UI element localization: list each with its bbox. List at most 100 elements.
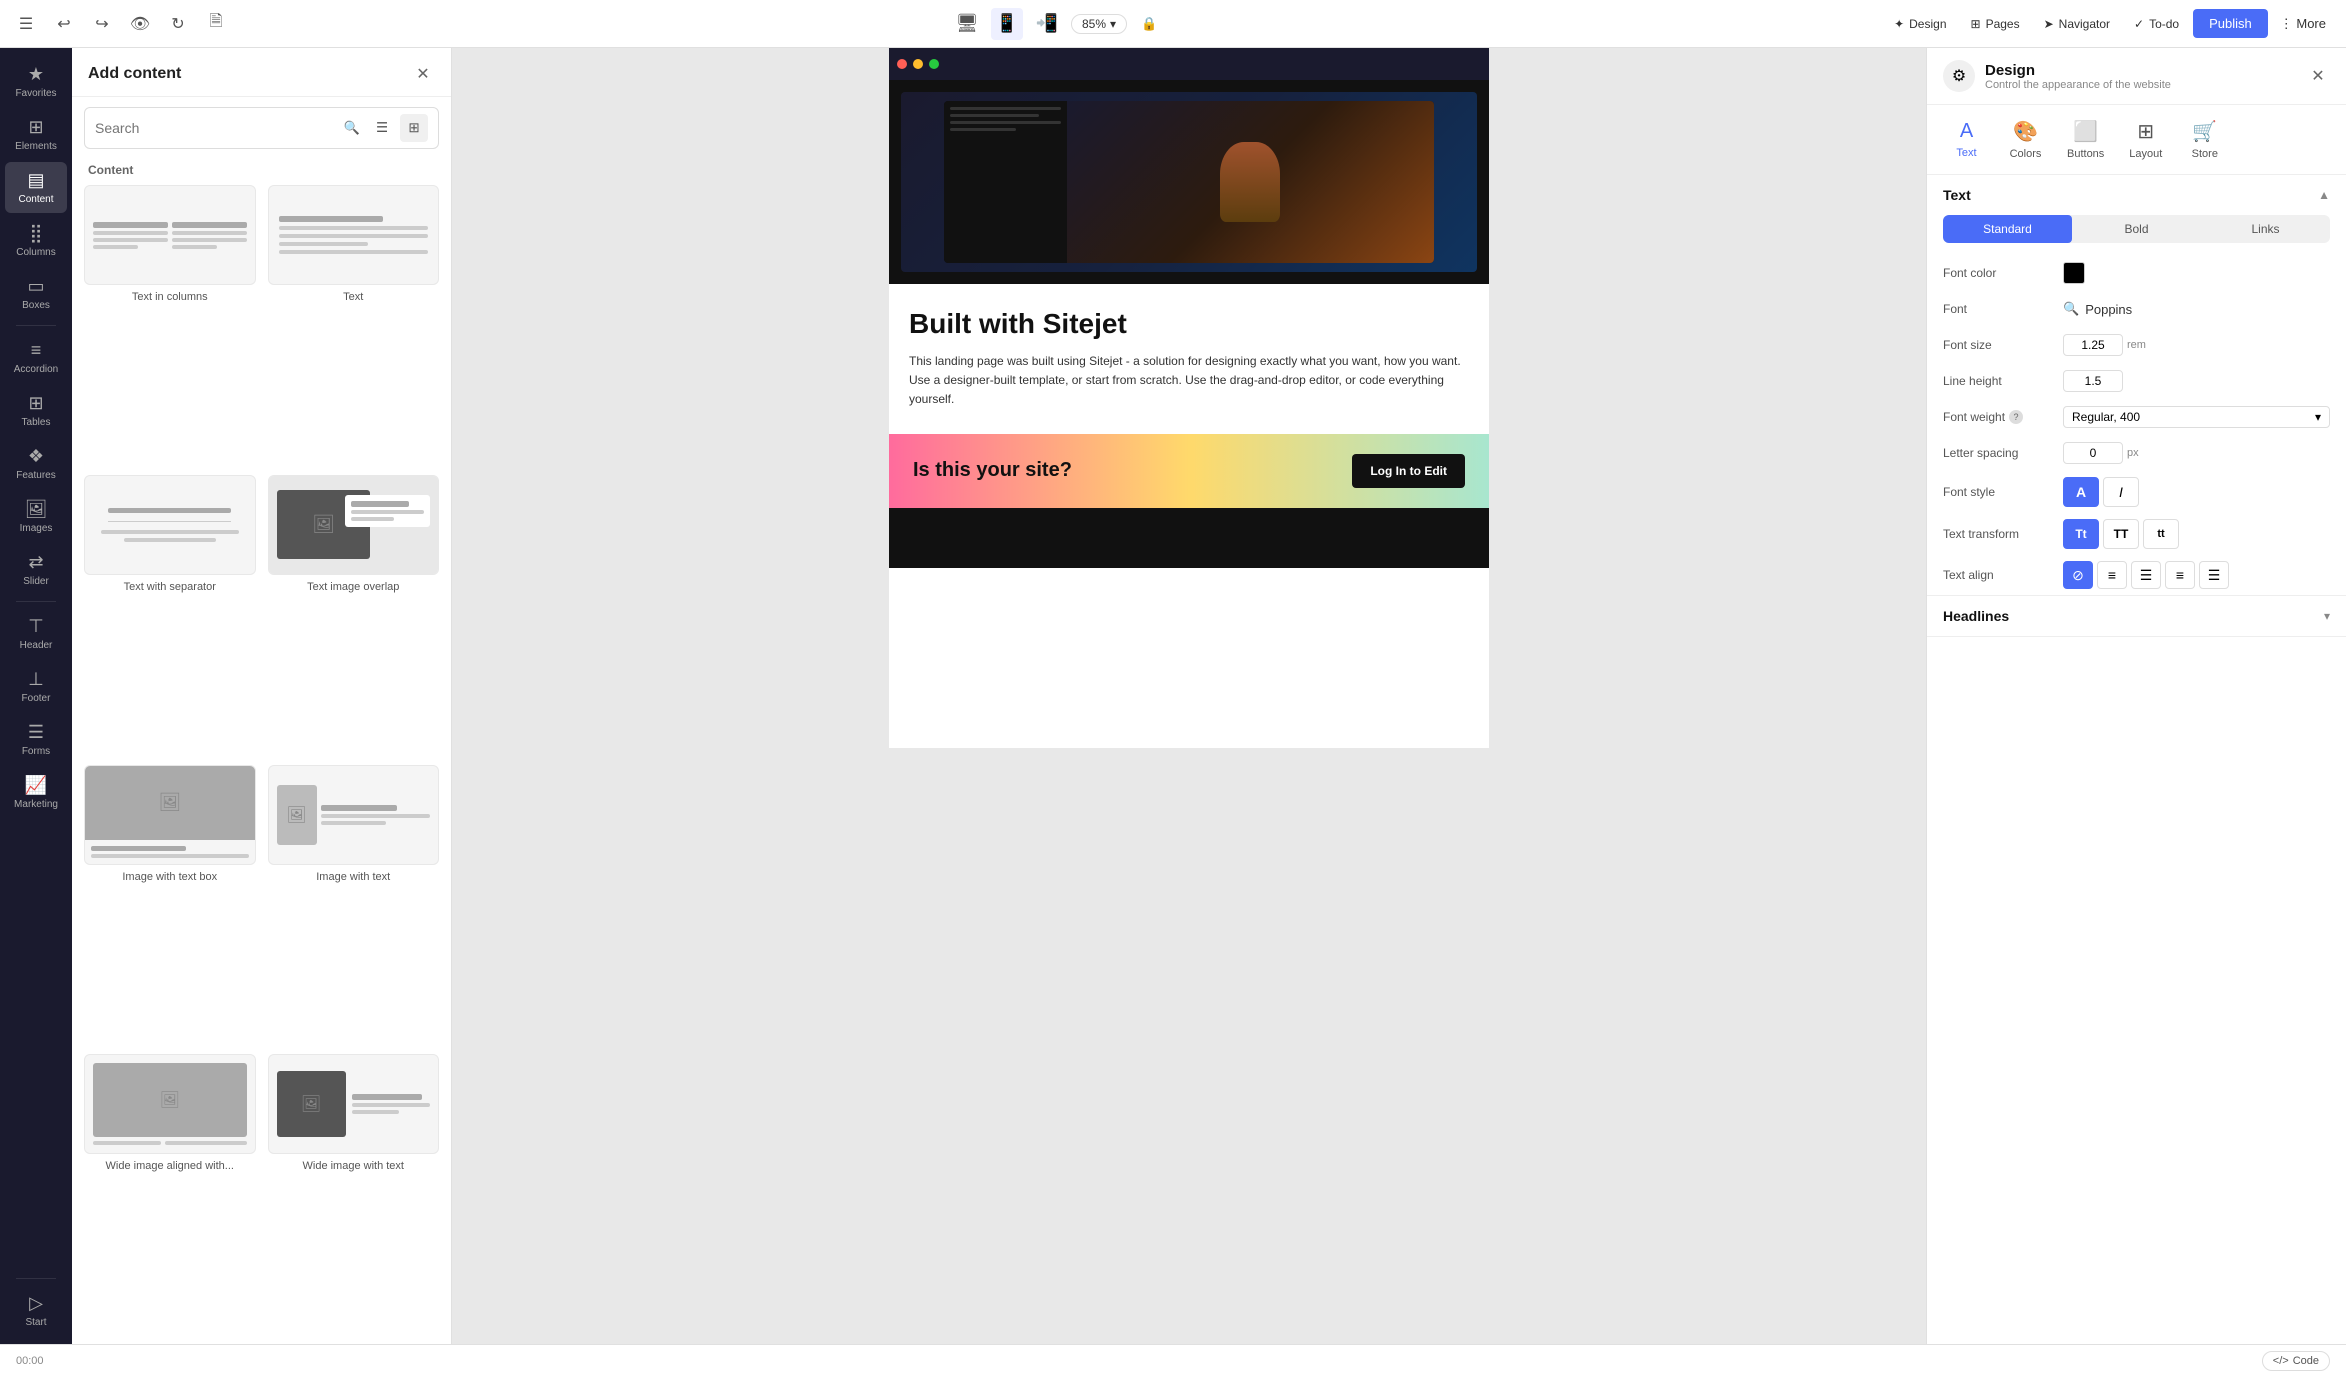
sidebar-item-favorites[interactable]: ★ Favorites <box>5 56 67 107</box>
sidebar-item-elements[interactable]: ⊞ Elements <box>5 109 67 160</box>
sidebar-item-marketing[interactable]: 📈 Marketing <box>5 767 67 818</box>
design-nav-button[interactable]: ✦ Design <box>1884 11 1956 37</box>
save-button[interactable]: 🗎 <box>202 10 230 38</box>
close-design-panel-button[interactable]: ✕ <box>2306 64 2330 88</box>
hamburger-menu-button[interactable]: ☰ <box>12 10 40 38</box>
list-item[interactable]: 🖼 Wide image aligned with... <box>84 1054 256 1332</box>
features-icon: ❖ <box>28 446 44 467</box>
font-weight-dropdown[interactable]: Regular, 400 ▾ <box>2063 406 2330 428</box>
sidebar-item-features[interactable]: ❖ Features <box>5 438 67 489</box>
more-button[interactable]: ⋮ More <box>2272 10 2334 38</box>
sidebar-item-boxes[interactable]: ▭ Boxes <box>5 268 67 319</box>
tab-bold[interactable]: Bold <box>2072 215 2201 243</box>
code-button[interactable]: </> Code <box>2262 1351 2330 1371</box>
sidebar-item-content[interactable]: ▤ Content <box>5 162 67 213</box>
favorites-icon: ★ <box>28 64 44 85</box>
content-item-label: Text with separator <box>124 581 216 593</box>
list-item[interactable]: 🖼 Image with text box <box>84 765 256 1043</box>
design-nav-colors[interactable]: 🎨 Colors <box>1998 113 2053 166</box>
refresh-button[interactable]: ↻ <box>164 10 192 38</box>
font-size-input[interactable] <box>2063 334 2123 356</box>
sidebar-item-slider[interactable]: ⇄ Slider <box>5 544 67 595</box>
footer-icon: ⊥ <box>28 669 44 690</box>
zoom-dropdown-icon: ▾ <box>1110 17 1116 31</box>
list-view-button[interactable]: ☰ <box>368 114 396 142</box>
list-item[interactable]: Text in columns <box>84 185 256 463</box>
columns-icon: ⣿ <box>29 223 42 244</box>
design-panel-icon: ⚙ <box>1943 60 1975 92</box>
align-justify-button[interactable]: ☰ <box>2199 561 2229 589</box>
grid-view-button[interactable]: ⊞ <box>400 114 428 142</box>
canvas-heading: Built with Sitejet <box>909 308 1469 340</box>
mobile-device-button[interactable]: 📲 <box>1031 8 1063 40</box>
sidebar-item-header[interactable]: ⊤ Header <box>5 608 67 659</box>
zoom-control[interactable]: 85% ▾ <box>1071 14 1127 34</box>
redo-button[interactable]: ↪ <box>88 10 116 38</box>
main-area: ★ Favorites ⊞ Elements ▤ Content ⣿ Colum… <box>0 48 2346 1344</box>
design-nav-buttons[interactable]: ⬜ Buttons <box>2057 113 2114 166</box>
font-weight-info-icon[interactable]: ? <box>2009 410 2023 424</box>
sidebar-item-images[interactable]: 🖼 Images <box>5 491 67 542</box>
line-height-value-container <box>2063 370 2330 392</box>
tab-links[interactable]: Links <box>2201 215 2330 243</box>
content-item-label: Wide image aligned with... <box>106 1160 234 1172</box>
content-preview-image-text-box: 🖼 <box>84 765 256 865</box>
design-nav-text[interactable]: A Text <box>1939 114 1994 165</box>
list-item[interactable]: 🖼 Wide image with text <box>268 1054 440 1332</box>
sidebar-item-forms[interactable]: ☰ Forms <box>5 714 67 765</box>
text-transform-label: Text transform <box>1943 527 2063 541</box>
close-panel-button[interactable]: ✕ <box>411 62 435 86</box>
design-nav-label: Buttons <box>2067 148 2104 160</box>
letter-spacing-input[interactable] <box>2063 442 2123 464</box>
line-height-input[interactable] <box>2063 370 2123 392</box>
desktop-device-button[interactable]: 🖥 <box>951 8 983 40</box>
list-item[interactable]: 🖼 Text image overlap <box>268 475 440 753</box>
uppercase-transform-button[interactable]: TT <box>2103 519 2139 549</box>
navigator-nav-button[interactable]: ➤ Navigator <box>2034 11 2120 37</box>
font-selector-control[interactable]: 🔍 Poppins <box>2063 301 2330 317</box>
todo-nav-button[interactable]: ✓ To-do <box>2124 11 2189 37</box>
design-nav-layout[interactable]: ⊞ Layout <box>2118 113 2173 166</box>
cta-button[interactable]: Log In to Edit <box>1352 454 1465 488</box>
canvas-body: This landing page was built using Siteje… <box>909 352 1469 410</box>
preview-button[interactable]: 👁 <box>126 10 154 38</box>
align-default-button[interactable]: ⊘ <box>2063 561 2093 589</box>
pages-nav-button[interactable]: ⊞ Pages <box>1961 11 2030 37</box>
capitalize-transform-button[interactable]: Tt <box>2063 519 2099 549</box>
canvas-cta: Is this your site? Log In to Edit <box>889 434 1489 508</box>
search-bar: 🔍 ☰ ⊞ <box>84 107 439 149</box>
sidebar-item-tables[interactable]: ⊞ Tables <box>5 385 67 436</box>
italic-style-button[interactable]: I <box>2103 477 2139 507</box>
undo-button[interactable]: ↩ <box>50 10 78 38</box>
bold-style-button[interactable]: A <box>2063 477 2099 507</box>
align-right-button[interactable]: ≡ <box>2165 561 2195 589</box>
text-section-header[interactable]: Text ▲ <box>1927 175 2346 215</box>
left-sidebar: ★ Favorites ⊞ Elements ▤ Content ⣿ Colum… <box>0 48 72 1344</box>
list-item[interactable]: 🖼 Image with text <box>268 765 440 1043</box>
font-style-row: Font style A I <box>1927 471 2346 513</box>
sidebar-divider-2 <box>16 601 56 602</box>
sidebar-item-accordion[interactable]: ≡ Accordion <box>5 332 67 383</box>
sidebar-item-columns[interactable]: ⣿ Columns <box>5 215 67 266</box>
text-align-row: Text align ⊘ ≡ ☰ ≡ ☰ <box>1927 555 2346 595</box>
font-color-swatch[interactable] <box>2063 262 2085 284</box>
lowercase-transform-button[interactable]: tt <box>2143 519 2179 549</box>
search-input[interactable] <box>95 120 336 136</box>
align-center-button[interactable]: ☰ <box>2131 561 2161 589</box>
letter-spacing-value-container: px <box>2063 442 2330 464</box>
list-item[interactable]: Text with separator <box>84 475 256 753</box>
tablet-device-button[interactable]: 📱 <box>991 8 1023 40</box>
sidebar-item-label: Forms <box>22 746 50 757</box>
canvas-text-section: Built with Sitejet This landing page was… <box>889 284 1489 434</box>
hero-content-mini <box>1067 101 1434 263</box>
design-nav-store[interactable]: 🛒 Store <box>2177 113 2232 166</box>
sidebar-item-start[interactable]: ▷ Start <box>5 1285 67 1336</box>
font-color-value <box>2063 262 2330 284</box>
sidebar-item-footer[interactable]: ⊥ Footer <box>5 661 67 712</box>
list-item[interactable]: Text <box>268 185 440 463</box>
content-item-label: Text <box>343 291 363 303</box>
publish-button[interactable]: Publish <box>2193 9 2268 38</box>
align-left-button[interactable]: ≡ <box>2097 561 2127 589</box>
tab-standard[interactable]: Standard <box>1943 215 2072 243</box>
headlines-section-header[interactable]: Headlines ▾ <box>1927 596 2346 636</box>
